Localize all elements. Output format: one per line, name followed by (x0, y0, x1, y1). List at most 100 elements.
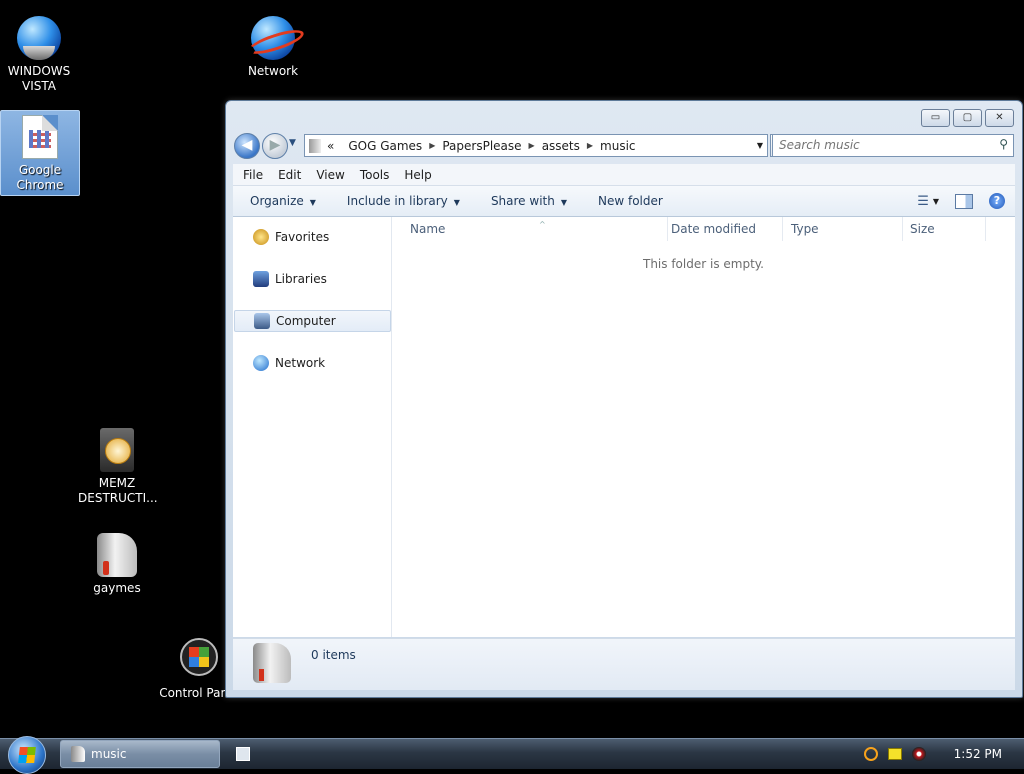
desktop-icon-label: DESTRUCTI... (78, 491, 158, 505)
breadcrumb-item[interactable]: music (593, 139, 642, 153)
search-tray-icon[interactable] (863, 747, 878, 761)
item-count: 0 items (311, 648, 356, 662)
column-header-name[interactable]: Name ^ (402, 217, 668, 241)
network-icon (253, 355, 269, 371)
desktop-icon-label: Chrome (16, 178, 64, 192)
taskbar-button-label: music (91, 747, 127, 761)
desktop-icon-windows-vista[interactable]: WINDOWS VISTA (0, 8, 78, 94)
document-icon (18, 115, 62, 159)
breadcrumb-item[interactable]: assets (535, 139, 587, 153)
share-with-button[interactable]: Share with ▼ (474, 194, 581, 208)
maximize-button[interactable]: ▢ (953, 109, 982, 127)
help-icon[interactable]: ? (989, 193, 1005, 209)
new-folder-button[interactable]: New folder (581, 194, 677, 208)
chevron-down-icon: ▼ (309, 198, 316, 207)
details-pane: 0 items (233, 638, 1015, 690)
notification-tray-icon[interactable] (887, 748, 902, 760)
desktop-icon-network[interactable]: Network (234, 8, 312, 79)
column-header-size[interactable]: Size (902, 217, 986, 241)
desktop-icon-label: Google (18, 163, 62, 177)
clock-file-icon (95, 428, 139, 472)
folder-icon (71, 746, 85, 762)
desktop-icon-label: MEMZ (98, 476, 136, 490)
menu-file[interactable]: File (233, 168, 268, 182)
column-header-label: Name (410, 222, 446, 236)
column-header-type[interactable]: Type (783, 217, 903, 241)
network-globe-icon (245, 16, 307, 60)
explorer-window: ▭ ▢ ✕ ◀ ▶ ▼ « GOG Games ▶ PapersPlease ▶… (225, 100, 1023, 698)
preview-pane-icon[interactable] (955, 193, 973, 209)
navigation-bar: ◀ ▶ ▼ « GOG Games ▶ PapersPlease ▶ asset… (234, 132, 1014, 160)
organize-label: Organize (250, 194, 304, 208)
chevron-down-icon: ▼ (453, 198, 460, 207)
column-header-label: Date modified (671, 222, 757, 236)
navigation-pane: Favorites Libraries Computer Network (233, 217, 392, 637)
desktop-icon-label: VISTA (22, 79, 56, 93)
search-box: ⚲ (772, 134, 1014, 157)
folder-thumbnail-icon (253, 643, 291, 683)
nav-item-favorites[interactable]: Favorites (234, 227, 389, 247)
menu-help[interactable]: Help (394, 168, 436, 182)
recycle-bin-icon (95, 533, 139, 577)
volume-tray-icon[interactable] (911, 747, 926, 761)
nav-item-network[interactable]: Network (234, 353, 389, 373)
desktop-icon-label: Network (247, 64, 299, 78)
column-header-label: Type (791, 222, 819, 236)
nav-item-label: Favorites (275, 230, 330, 244)
desktop-icon-label: WINDOWS (7, 64, 71, 78)
search-input[interactable] (773, 135, 989, 154)
address-bar[interactable]: « GOG Games ▶ PapersPlease ▶ assets ▶ mu… (304, 134, 768, 157)
sort-ascending-icon: ^ (539, 220, 546, 229)
include-in-library-button[interactable]: Include in library ▼ (330, 194, 474, 208)
include-in-library-label: Include in library (346, 194, 448, 208)
menu-view[interactable]: View (306, 168, 349, 182)
desktop-icon-gaymes[interactable]: gaymes (78, 525, 156, 596)
start-button[interactable] (8, 736, 46, 774)
desktop-icon-label: gaymes (93, 581, 141, 595)
change-view-icon[interactable]: ☰ (917, 194, 929, 209)
desktop-icon-memz[interactable]: MEMZ DESTRUCTI... (78, 420, 158, 506)
menu-bar: File Edit View Tools Help (233, 164, 1015, 186)
computer-icon (254, 313, 270, 329)
breadcrumb: « GOG Games ▶ PapersPlease ▶ assets ▶ mu… (305, 138, 753, 153)
menu-edit[interactable]: Edit (268, 168, 306, 182)
command-bar: Organize ▼ Include in library ▼ Share with… (233, 186, 1015, 217)
breadcrumb-overflow[interactable]: « (325, 139, 341, 153)
column-header-label: Size (910, 222, 935, 236)
nav-item-libraries[interactable]: Libraries (234, 269, 389, 289)
nav-item-computer[interactable]: Computer (234, 310, 391, 332)
globe-icon (17, 16, 61, 60)
nav-item-label: Network (275, 356, 326, 370)
folder-icon (309, 138, 321, 153)
empty-folder-message: This folder is empty. (643, 257, 764, 271)
breadcrumb-item[interactable]: GOG Games (341, 139, 429, 153)
caption-buttons: ▭ ▢ ✕ (921, 109, 1014, 127)
libraries-icon (253, 271, 269, 287)
chevron-down-icon: ▼ (560, 198, 567, 207)
minimize-button[interactable]: ▭ (921, 109, 950, 127)
content-area: Favorites Libraries Computer Network Nam… (233, 217, 1015, 637)
clock[interactable]: 1:52 PM (954, 747, 1002, 761)
close-button[interactable]: ✕ (985, 109, 1014, 127)
desktop-icon-google-chrome[interactable]: Google Chrome (0, 110, 80, 196)
forward-button[interactable]: ▶ (262, 133, 288, 159)
file-list: Name ^ Date modified Type Size This fold… (392, 217, 1015, 637)
column-header-date-modified[interactable]: Date modified (663, 217, 783, 241)
organize-button[interactable]: Organize ▼ (233, 194, 330, 208)
menu-tools[interactable]: Tools (350, 168, 395, 182)
column-headers: Name ^ Date modified Type Size (392, 217, 1015, 242)
breadcrumb-item[interactable]: PapersPlease (435, 139, 528, 153)
search-icon[interactable]: ⚲ (999, 137, 1008, 151)
views-dropdown-icon[interactable]: ▼ (933, 197, 939, 206)
toolbar-right: ☰ ▼ ? (917, 193, 1015, 209)
nav-item-label: Computer (276, 314, 336, 328)
control-panel-icon (177, 638, 221, 682)
taskbar-button-music[interactable]: music (60, 740, 220, 768)
address-dropdown-icon[interactable]: ▼ (753, 141, 767, 150)
taskbar: music 1:52 PM (0, 736, 1024, 774)
show-desktop-icon[interactable] (236, 747, 250, 761)
back-button[interactable]: ◀ (234, 133, 260, 159)
favorites-star-icon (253, 229, 269, 245)
system-tray: 1:52 PM (863, 739, 1024, 769)
recent-pages-dropdown[interactable]: ▼ (289, 138, 296, 148)
